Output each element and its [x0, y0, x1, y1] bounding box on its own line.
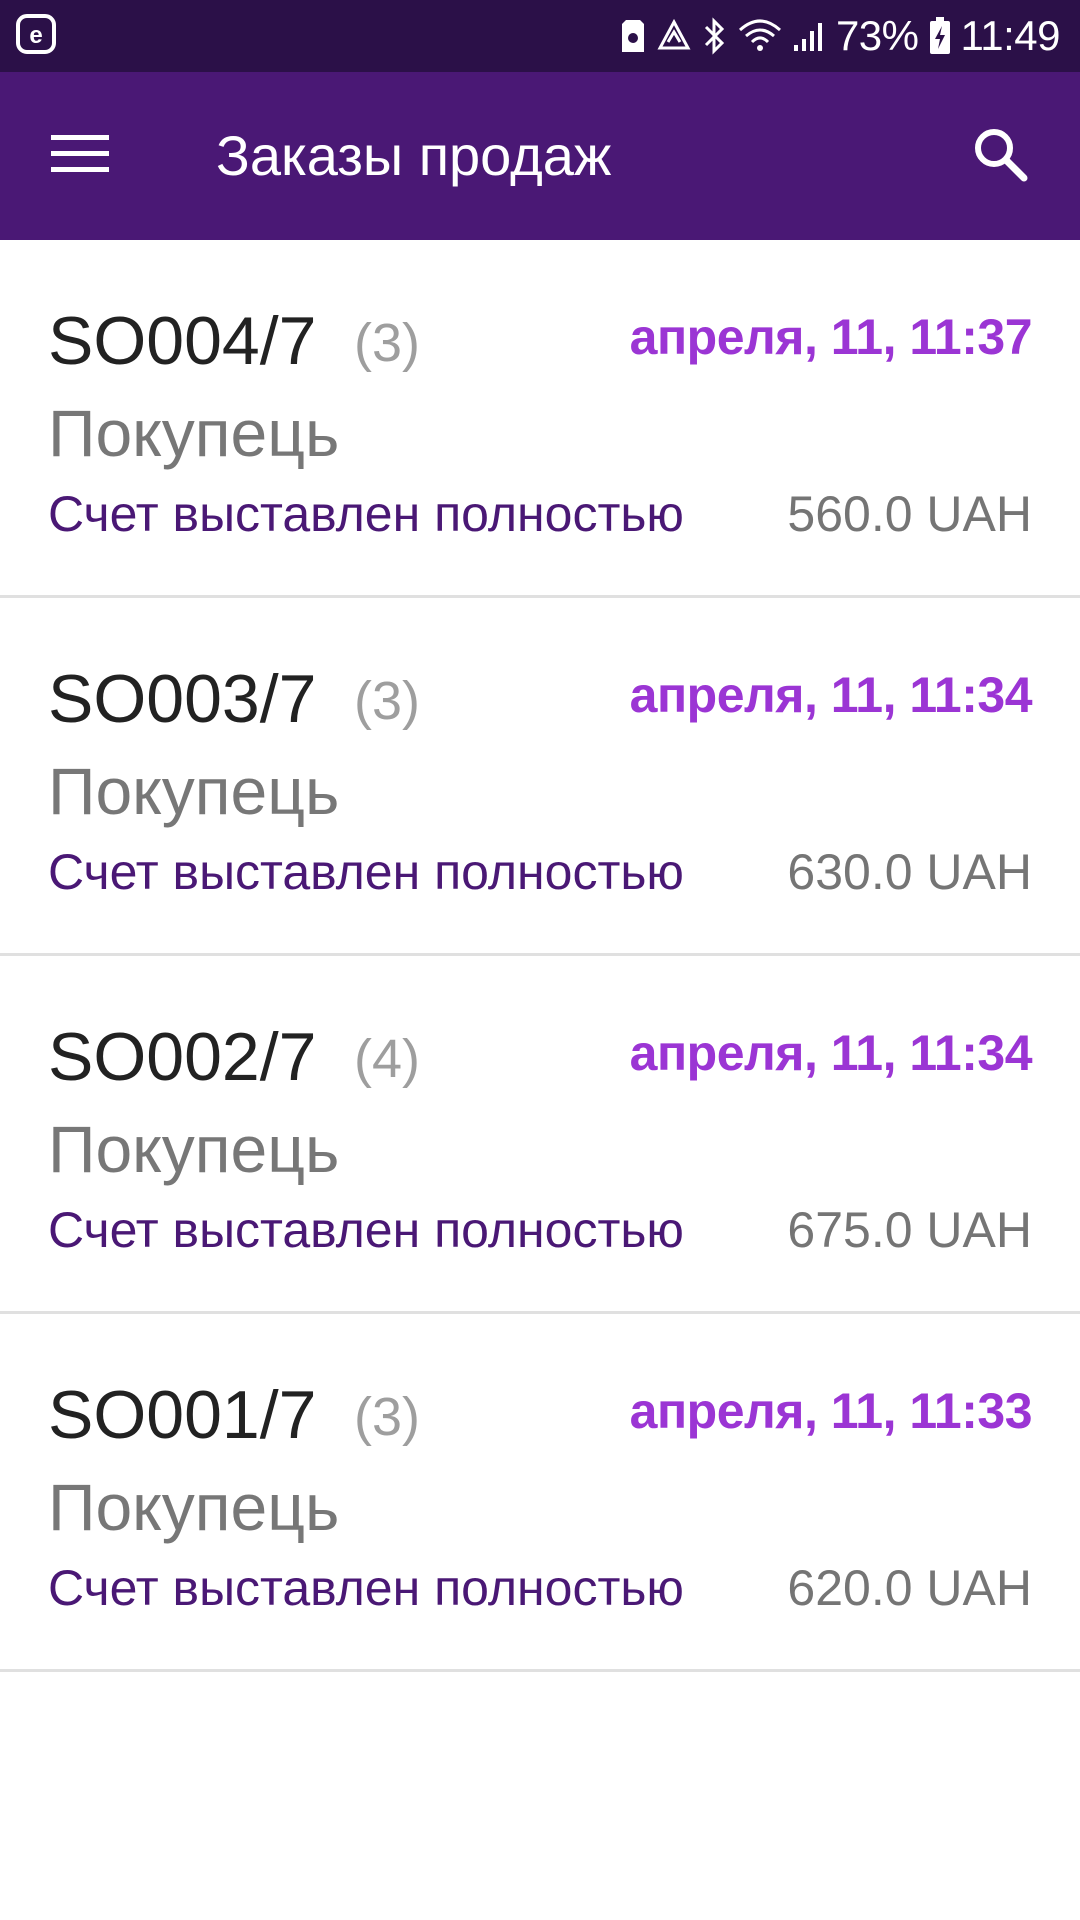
- order-id: SO002/7: [48, 1019, 317, 1095]
- svg-text:e: e: [29, 22, 42, 49]
- order-line-count: (3): [354, 671, 420, 731]
- order-status: Счет выставлен полностью: [48, 1202, 684, 1258]
- order-status: Счет выставлен полностью: [48, 486, 684, 542]
- order-line-count: (3): [354, 1387, 420, 1447]
- bluetooth-icon: [702, 17, 728, 55]
- order-status: Счет выставлен полностью: [48, 1560, 684, 1616]
- order-amount: 620.0 UAH: [787, 1560, 1032, 1616]
- list-item[interactable]: SO002/7 (4) апреля, 11, 11:34 Покупець С…: [0, 956, 1080, 1314]
- app-e-icon: e: [16, 14, 56, 54]
- menu-button[interactable]: [40, 116, 120, 196]
- battery-charging-icon: [929, 17, 951, 55]
- search-button[interactable]: [960, 116, 1040, 196]
- list-item[interactable]: SO001/7 (3) апреля, 11, 11:33 Покупець С…: [0, 1314, 1080, 1672]
- sd-card-icon: [620, 18, 646, 54]
- order-line-count: (3): [354, 313, 420, 373]
- order-list: SO004/7 (3) апреля, 11, 11:37 Покупець С…: [0, 240, 1080, 1672]
- hamburger-menu-icon: [51, 133, 109, 180]
- order-date: апреля, 11, 11:37: [629, 309, 1033, 365]
- order-customer: Покупець: [48, 754, 340, 828]
- list-item[interactable]: SO003/7 (3) апреля, 11, 11:34 Покупець С…: [0, 598, 1080, 956]
- recycle-icon: [656, 18, 692, 54]
- page-title: Заказы продаж: [216, 124, 612, 187]
- status-bar: e 73% 11:49: [0, 0, 1080, 72]
- status-time: 11:49: [960, 12, 1061, 59]
- order-customer: Покупець: [48, 1470, 340, 1544]
- order-date: апреля, 11, 11:34: [629, 1025, 1033, 1081]
- wifi-icon: [738, 18, 782, 54]
- order-id: SO004/7: [48, 303, 317, 379]
- order-amount: 560.0 UAH: [787, 486, 1032, 542]
- app-bar: Заказы продаж: [0, 72, 1080, 240]
- order-customer: Покупець: [48, 1112, 340, 1186]
- order-date: апреля, 11, 11:34: [629, 667, 1033, 723]
- order-status: Счет выставлен полностью: [48, 844, 684, 900]
- order-line-count: (4): [354, 1029, 420, 1089]
- order-amount: 675.0 UAH: [787, 1202, 1032, 1258]
- search-icon: [972, 126, 1028, 187]
- order-id: SO003/7: [48, 661, 317, 737]
- order-customer: Покупець: [48, 396, 340, 470]
- order-id: SO001/7: [48, 1377, 317, 1453]
- signal-icon: [792, 19, 826, 53]
- order-amount: 630.0 UAH: [787, 844, 1032, 900]
- list-item[interactable]: SO004/7 (3) апреля, 11, 11:37 Покупець С…: [0, 240, 1080, 598]
- battery-percent: 73%: [835, 12, 919, 59]
- status-icons: 73% 11:49: [620, 0, 1060, 72]
- order-date: апреля, 11, 11:33: [629, 1383, 1033, 1439]
